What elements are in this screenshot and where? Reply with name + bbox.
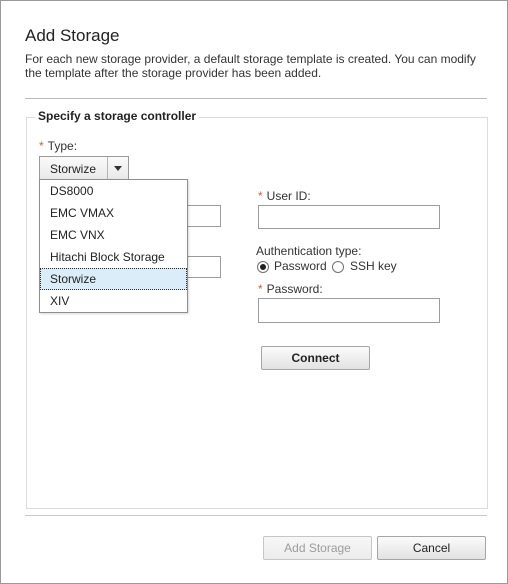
chevron-down-icon[interactable] [107, 157, 128, 179]
required-marker: * [258, 189, 263, 203]
password-label-text: Password: [266, 282, 323, 296]
auth-type-label: Authentication type: [256, 244, 362, 258]
menu-item-emc-vmax[interactable]: EMC VMAX [40, 202, 187, 224]
add-storage-dialog: Add Storage For each new storage provide… [0, 0, 508, 584]
menu-item-hitachi-block-storage[interactable]: Hitachi Block Storage [40, 246, 187, 268]
cancel-button[interactable]: Cancel [377, 536, 486, 560]
add-storage-button[interactable]: Add Storage [263, 536, 372, 560]
menu-item-xiv[interactable]: XIV [40, 290, 187, 312]
menu-item-storwize[interactable]: Storwize [40, 268, 187, 290]
menu-item-emc-vnx[interactable]: EMC VNX [40, 224, 187, 246]
password-label: * Password: [258, 282, 323, 296]
dialog-title: Add Storage [25, 26, 120, 45]
menu-item-ds8000[interactable]: DS8000 [40, 180, 187, 202]
type-dropdown-menu: DS8000 EMC VMAX EMC VNX Hitachi Block St… [39, 179, 188, 313]
password-radio-label[interactable]: Password [274, 259, 327, 273]
user-id-label-text: User ID: [266, 189, 311, 203]
connect-button[interactable]: Connect [261, 346, 370, 370]
ssh-key-radio[interactable] [332, 261, 344, 273]
footer-divider [25, 515, 487, 516]
type-select-value: Storwize [50, 162, 97, 176]
fieldset-legend: Specify a storage controller [35, 109, 200, 123]
divider [25, 98, 487, 99]
password-radio[interactable] [257, 261, 269, 273]
password-input[interactable] [258, 298, 440, 323]
required-marker: * [39, 139, 44, 153]
user-id-input[interactable] [258, 205, 440, 229]
user-id-label: * User ID: [258, 189, 311, 203]
type-select[interactable]: Storwize [39, 156, 129, 180]
type-label: * Type: [39, 139, 77, 153]
ssh-key-radio-label[interactable]: SSH key [350, 259, 397, 273]
required-marker: * [258, 282, 263, 296]
dialog-description: For each new storage provider, a default… [25, 52, 476, 80]
type-label-text: Type: [47, 139, 78, 153]
